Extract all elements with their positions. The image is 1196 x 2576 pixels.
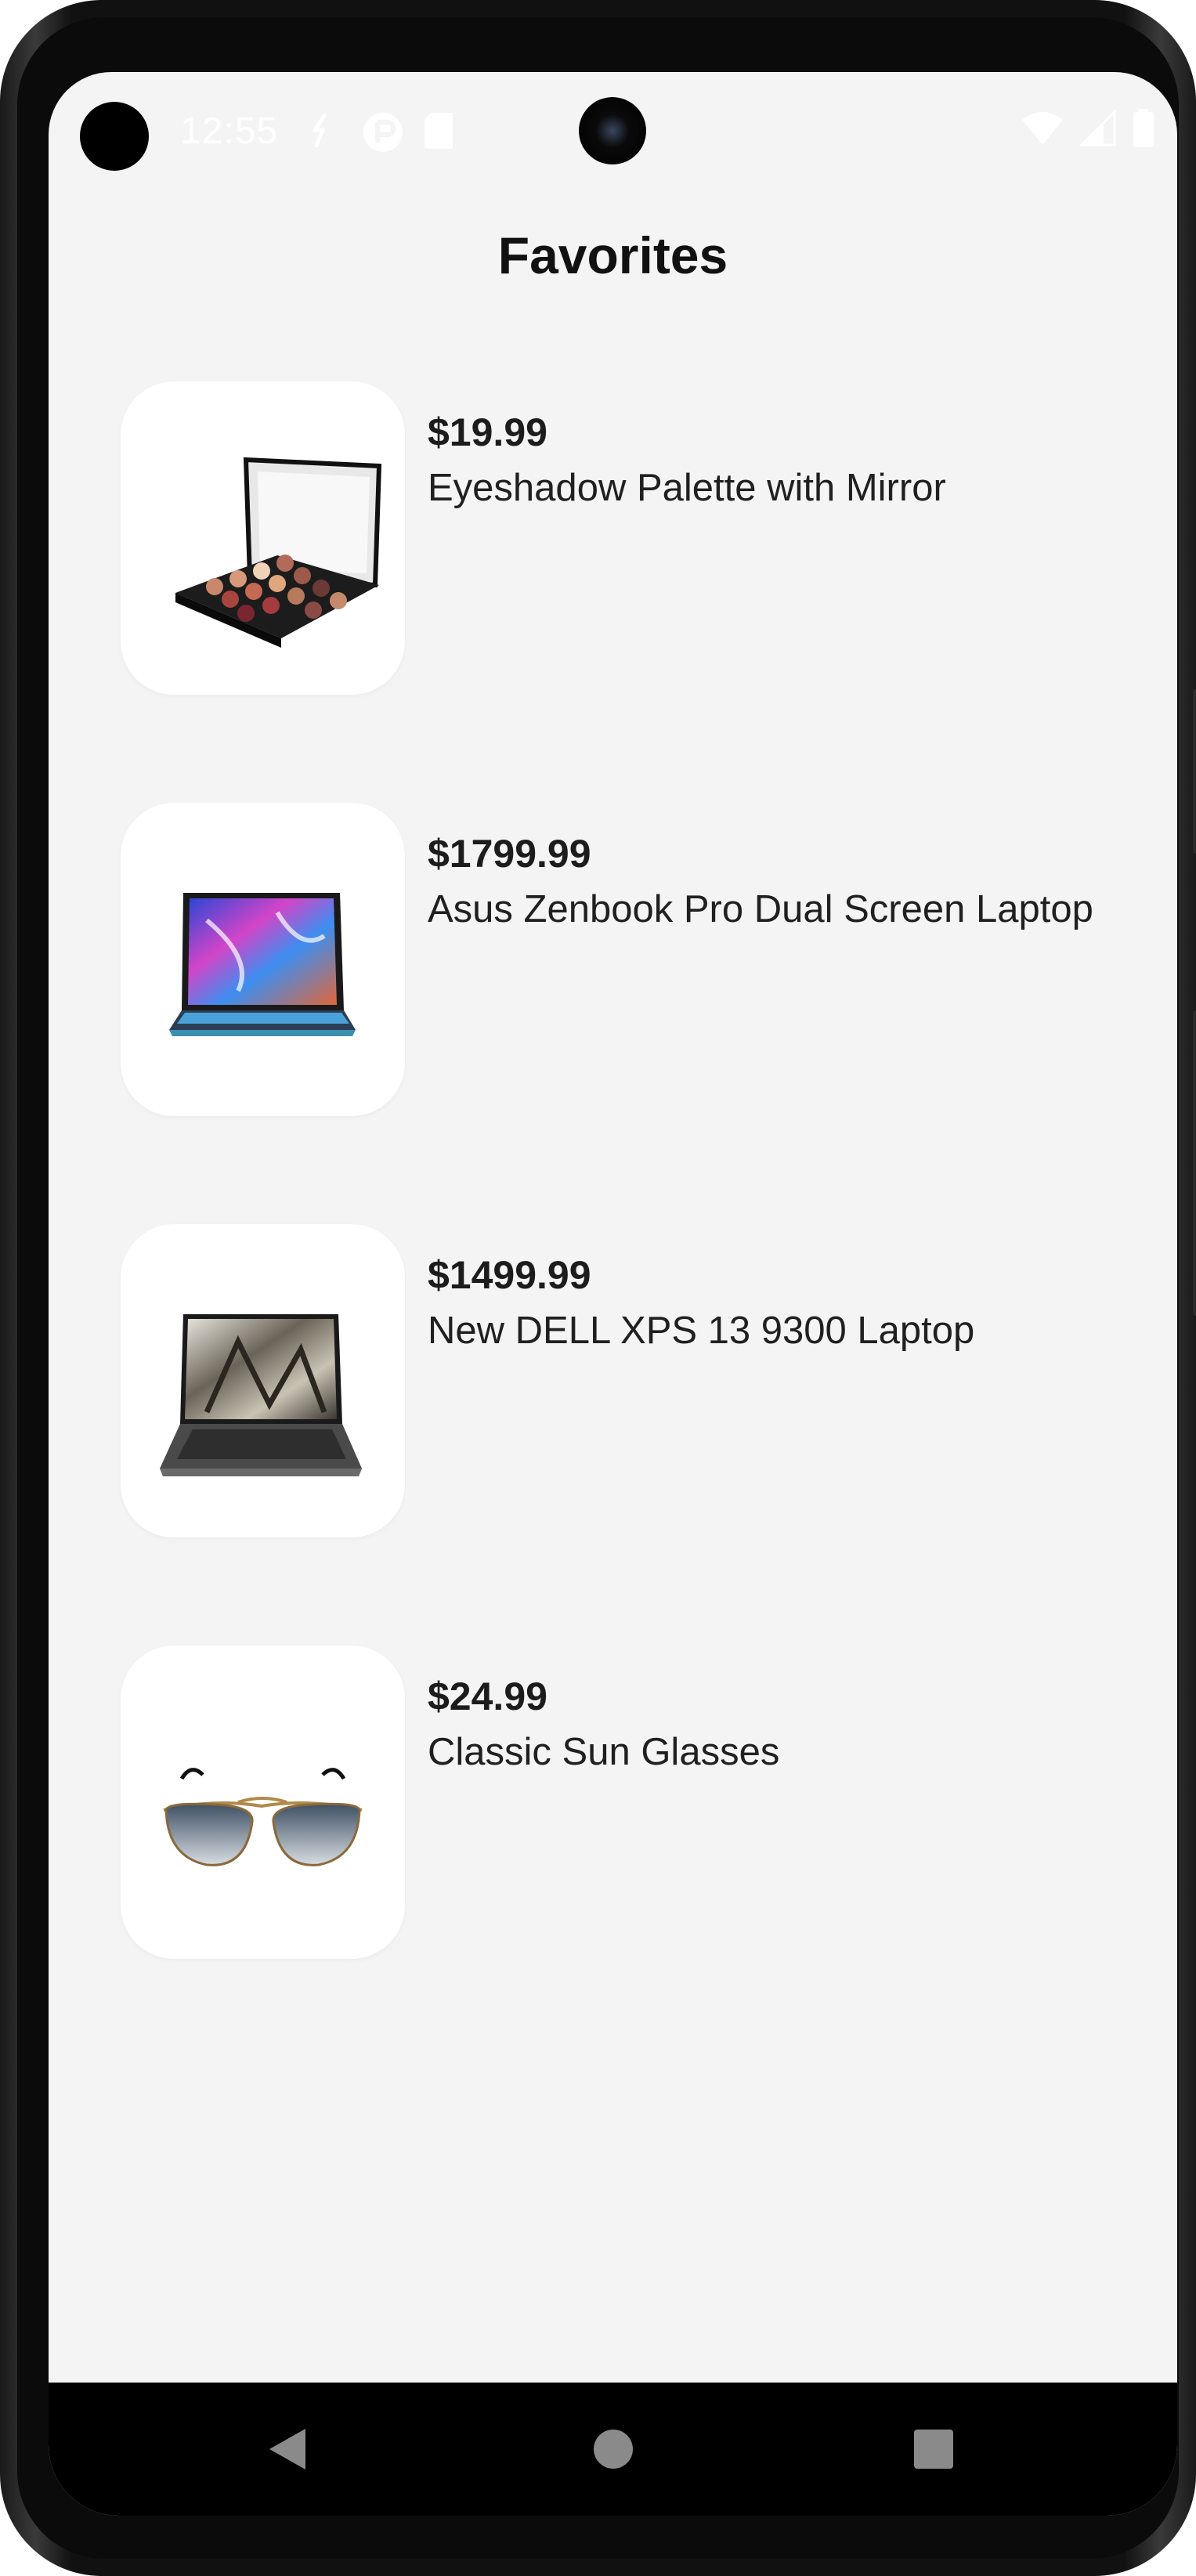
- back-icon[interactable]: [260, 2422, 315, 2477]
- recents-icon[interactable]: [906, 2422, 961, 2477]
- page-title: Favorites: [497, 226, 728, 284]
- device-bezel: 12:55 Favorites $19.99 Eyeshadow Palette…: [17, 17, 1179, 2559]
- sd-card-icon: [423, 111, 454, 159]
- product-name: Classic Sun Glasses: [428, 1731, 780, 1773]
- product-name: Asus Zenbook Pro Dual Screen Laptop: [428, 888, 1093, 930]
- list-item[interactable]: $19.99 Eyeshadow Palette with Mirror: [121, 381, 1170, 695]
- product-price: $24.99: [428, 1675, 547, 1718]
- front-sensor: [80, 102, 149, 171]
- product-name: Eyeshadow Palette with Mirror: [428, 467, 946, 509]
- product-image-eyeshadow-palette: [121, 381, 405, 695]
- system-nav-bar: [49, 2383, 1177, 2516]
- power-button: [1193, 689, 1196, 854]
- signal-icon: [1079, 108, 1116, 150]
- app-screen: 12:55 Favorites $19.99 Eyeshadow Palette…: [49, 72, 1177, 2516]
- sync-icon: [307, 111, 334, 159]
- status-time: 12:55: [180, 110, 279, 152]
- product-image-dell-laptop: [121, 1224, 405, 1537]
- list-item[interactable]: $1499.99 New DELL XPS 13 9300 Laptop: [121, 1224, 1170, 1537]
- product-image-asus-laptop: [121, 803, 405, 1116]
- wifi-icon: [1021, 110, 1064, 150]
- battery-icon: [1132, 108, 1155, 152]
- product-price: $1799.99: [428, 832, 591, 876]
- list-item[interactable]: $1799.99 Asus Zenbook Pro Dual Screen La…: [121, 803, 1170, 1116]
- list-item[interactable]: $24.99 Classic Sun Glasses: [121, 1646, 1170, 1959]
- front-camera: [579, 97, 646, 164]
- product-price: $1499.99: [428, 1253, 591, 1297]
- status-bar: 12:55: [49, 72, 1177, 190]
- product-price: $19.99: [428, 410, 547, 454]
- cursor-app-icon: [362, 111, 404, 162]
- system-icons: [1021, 108, 1155, 152]
- volume-button: [1193, 1010, 1196, 1316]
- product-image-sunglasses: [121, 1646, 405, 1959]
- product-name: New DELL XPS 13 9300 Laptop: [428, 1310, 975, 1352]
- device-frame: 12:55 Favorites $19.99 Eyeshadow Palette…: [0, 0, 1196, 2576]
- home-icon[interactable]: [586, 2422, 641, 2477]
